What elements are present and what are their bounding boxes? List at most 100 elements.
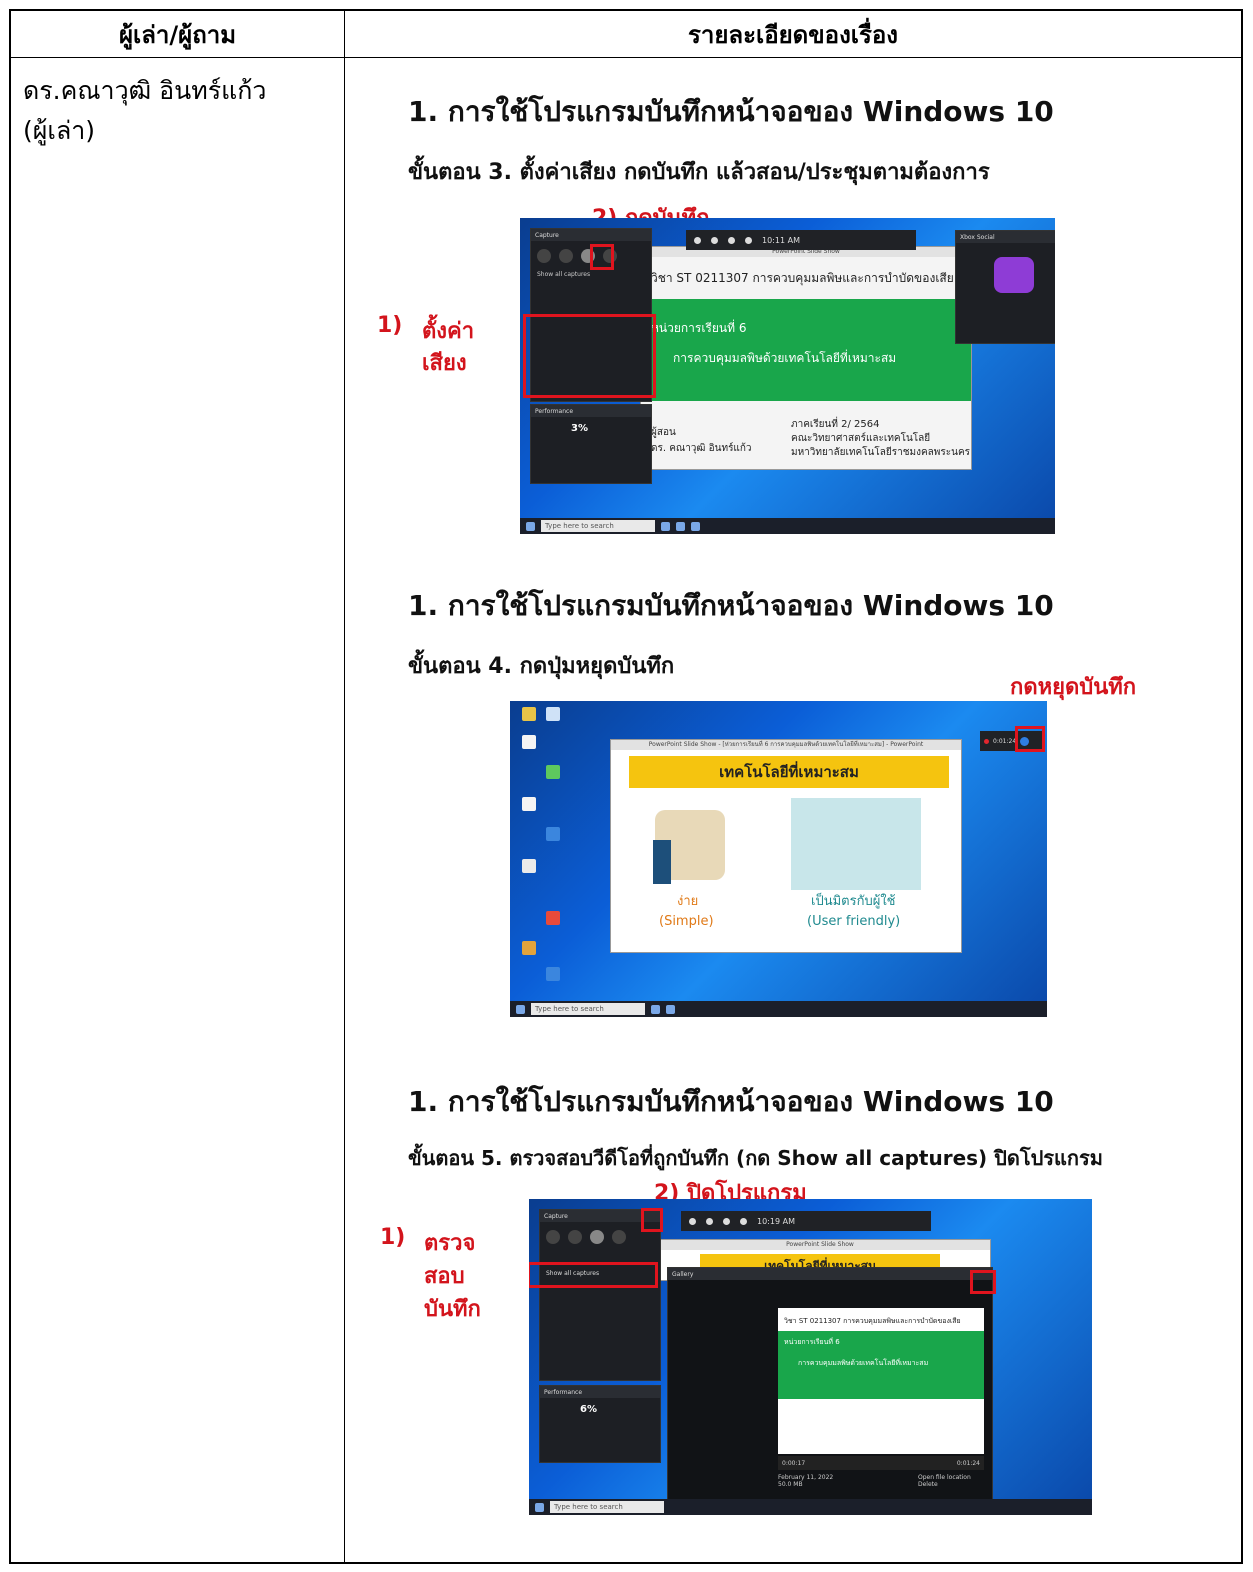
network-illustration-icon bbox=[791, 798, 921, 890]
cpu-value: 6% bbox=[580, 1404, 597, 1415]
video-green-band: หน่วยการเรียนที่ 6 การควบคุมมลพิษด้วยเทค… bbox=[778, 1331, 984, 1399]
start-icon[interactable] bbox=[516, 1004, 525, 1014]
screenshot-step5: PowerPoint Slide Show เทคโนโลยีที่เหมาะส… bbox=[529, 1199, 1092, 1515]
section-2-step: ขั้นตอน 4. กดปุ่มหยุดบันทึก bbox=[408, 654, 675, 679]
audio-icon[interactable] bbox=[728, 236, 735, 244]
slide-term: ภาคเรียนที่ 2/ 2564 bbox=[791, 419, 880, 430]
widget-icon[interactable] bbox=[706, 1217, 713, 1225]
record-button[interactable] bbox=[590, 1230, 604, 1244]
game-bar[interactable]: 10:19 AM bbox=[681, 1211, 931, 1231]
section-3-step: ขั้นตอน 5. ตรวจสอบวีดีโอที่ถูกบันทึก (กด… bbox=[408, 1146, 1103, 1170]
capture-icon[interactable] bbox=[740, 1217, 747, 1225]
section-3-title: 1. การใช้โปรแกรมบันทึกหน้าจอของ Windows … bbox=[408, 1085, 1054, 1118]
desktop-icon[interactable] bbox=[522, 941, 536, 955]
slideshow-titlebar: PowerPoint Slide Show - [ห่วยการเรียนที่… bbox=[611, 740, 961, 750]
desktop-icon[interactable] bbox=[546, 707, 560, 721]
widget-icon[interactable] bbox=[711, 236, 718, 244]
start-icon[interactable] bbox=[535, 1502, 544, 1512]
record-last-button[interactable] bbox=[568, 1230, 582, 1244]
screenshot-button[interactable] bbox=[537, 249, 551, 263]
performance-title: Performance bbox=[531, 405, 651, 417]
taskbar-app-icon[interactable] bbox=[691, 521, 700, 531]
chat-bubble-icon bbox=[994, 257, 1034, 293]
file-size: 50.0 MB bbox=[778, 1481, 803, 1488]
slide-green-band: หน่วยการเรียนที่ 6 การควบคุมมลพิษด้วยเทค… bbox=[641, 299, 971, 401]
slide-header: เทคโนโลยีที่เหมาะสม bbox=[629, 756, 949, 788]
screenshot-button[interactable] bbox=[546, 1230, 560, 1244]
recording-dot-icon bbox=[984, 738, 989, 744]
screenshot-step4: PowerPoint Slide Show - [ห่วยการเรียนที่… bbox=[510, 701, 1047, 1017]
gamebar-time: 10:11 AM bbox=[762, 235, 800, 245]
slide-faculty: คณะวิทยาศาสตร์และเทคโนโลยี bbox=[791, 433, 931, 444]
performance-title: Performance bbox=[540, 1386, 660, 1398]
gallery-window: Gallery วิชา ST 0211307 การควบคุมมลพิษแล… bbox=[667, 1267, 993, 1503]
desktop-icon[interactable] bbox=[546, 967, 560, 981]
taskbar-search[interactable]: Type here to search bbox=[550, 1501, 664, 1513]
taskbar: Type here to search bbox=[510, 1001, 1047, 1017]
video-preview[interactable]: วิชา ST 0211307 การควบคุมมลพิษและการบำบั… bbox=[778, 1308, 984, 1454]
desktop-icon[interactable] bbox=[522, 797, 536, 811]
start-icon[interactable] bbox=[526, 521, 535, 531]
item1-th: ง่าย bbox=[677, 894, 699, 909]
slideshow-titlebar: PowerPoint Slide Show bbox=[650, 1240, 990, 1250]
mic-button[interactable] bbox=[612, 1230, 626, 1244]
highlight-record-button bbox=[590, 244, 614, 270]
audio-icon[interactable] bbox=[723, 1217, 730, 1225]
slide-course: วิชา ST 0211307 การควบคุมมลพิษและการบำบั… bbox=[651, 271, 954, 285]
capture-icon[interactable] bbox=[745, 236, 752, 244]
game-bar[interactable]: 10:11 AM bbox=[686, 230, 916, 250]
header-details: รายละเอียดของเรื่อง bbox=[687, 20, 899, 49]
taskbar-app-icon[interactable] bbox=[661, 521, 670, 531]
video-topic: การควบคุมมลพิษด้วยเทคโนโลยีที่เหมาะสม bbox=[798, 1359, 929, 1367]
desktop-icon[interactable] bbox=[546, 827, 560, 841]
performance-panel: Performance 3% bbox=[530, 404, 652, 484]
section-1-title: 1. การใช้โปรแกรมบันทึกหน้าจอของ Windows … bbox=[408, 95, 1054, 128]
recording-time: 0:01:24 bbox=[993, 737, 1017, 745]
performance-panel: Performance 6% bbox=[539, 1385, 661, 1463]
slide-window: PowerPoint Slide Show วิชา ST 0211307 กา… bbox=[640, 246, 972, 470]
taskbar: Type here to search bbox=[529, 1499, 1092, 1515]
show-all-captures-link[interactable]: Show all captures bbox=[531, 271, 651, 278]
section-1-step: ขั้นตอน 3. ตั้งค่าเสียง กดบันทึก แล้วสอน… bbox=[408, 160, 990, 185]
slide-topic: การควบคุมมลพิษด้วยเทคโนโลยีที่เหมาะสม bbox=[673, 351, 897, 365]
desktop-icon[interactable] bbox=[522, 859, 536, 873]
taskbar-search[interactable]: Type here to search bbox=[541, 520, 655, 532]
record-last-button[interactable] bbox=[559, 249, 573, 263]
item1-en: (Simple) bbox=[659, 914, 714, 929]
open-file-location-link[interactable]: Open file location bbox=[918, 1474, 971, 1481]
table-header-row: ผู้เล่า/ผู้ถาม รายละเอียดของเรื่อง bbox=[11, 11, 1241, 58]
xbox-social-title: Xbox Social bbox=[956, 231, 1055, 243]
delete-link[interactable]: Delete bbox=[918, 1481, 971, 1488]
xbox-icon[interactable] bbox=[694, 236, 701, 244]
note-check-1: ตรวจ bbox=[424, 1231, 476, 1256]
gamebar-time: 10:19 AM bbox=[757, 1216, 795, 1226]
taskbar-search[interactable]: Type here to search bbox=[531, 1003, 645, 1015]
desktop-icon[interactable] bbox=[522, 735, 536, 749]
header-narrator: ผู้เล่า/ผู้ถาม bbox=[118, 20, 237, 49]
highlight-close-capture bbox=[641, 1208, 663, 1232]
taskbar-app-icon[interactable] bbox=[676, 521, 685, 531]
capture-panel: Capture Show all captures bbox=[539, 1209, 661, 1381]
note-step-number-3: 1) bbox=[380, 1225, 406, 1250]
slideshow-window: PowerPoint Slide Show - [ห่วยการเรียนที่… bbox=[610, 739, 962, 953]
desktop-icon[interactable] bbox=[522, 707, 536, 721]
taskbar-app-icon[interactable] bbox=[651, 1004, 660, 1014]
slide-unit: หน่วยการเรียนที่ 6 bbox=[651, 321, 747, 335]
file-date: February 11, 2022 bbox=[778, 1474, 834, 1481]
column-divider bbox=[344, 11, 345, 1562]
narrator-cell: ดร.คณาวุฒิ อินทร์แก้ว (ผู้เล่า) bbox=[23, 71, 266, 151]
video-course: วิชา ST 0211307 การควบคุมมลพิษและการบำบั… bbox=[784, 1317, 961, 1325]
taskbar: Type here to search bbox=[520, 518, 1055, 534]
desktop-icon[interactable] bbox=[546, 765, 560, 779]
xbox-social-panel: Xbox Social bbox=[955, 230, 1055, 344]
desktop-icon[interactable] bbox=[546, 911, 560, 925]
slide-author: ดร. คณาวุฒิ อินทร์แก้ว bbox=[651, 443, 752, 454]
video-unit: หน่วยการเรียนที่ 6 bbox=[784, 1338, 840, 1346]
video-timeline[interactable]: 0:00:17 0:01:24 bbox=[778, 1456, 984, 1470]
taskbar-app-icon[interactable] bbox=[666, 1004, 675, 1014]
note-check-3: บันทึก bbox=[424, 1297, 481, 1322]
xbox-icon[interactable] bbox=[689, 1217, 696, 1225]
note-stop-record: กดหยุดบันทึก bbox=[1010, 675, 1137, 700]
item2-th: เป็นมิตรกับผู้ใช้ bbox=[811, 894, 896, 909]
highlight-close-gallery bbox=[970, 1270, 996, 1294]
